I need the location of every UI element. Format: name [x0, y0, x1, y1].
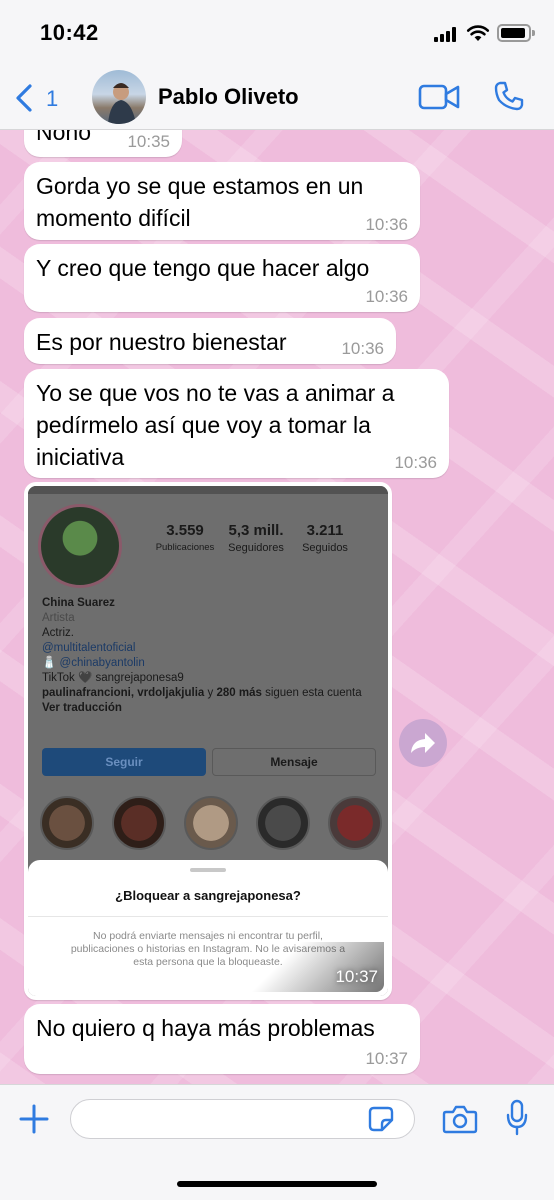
followed-by-more: 280 más [216, 687, 262, 699]
battery-icon [497, 24, 535, 42]
unread-count[interactable]: 1 [46, 86, 58, 112]
voice-call-icon[interactable] [493, 80, 525, 112]
chat-area[interactable]: Noño 10:35 Gorda yo se que estamos en un… [0, 130, 554, 1084]
plus-icon[interactable] [18, 1103, 50, 1135]
story-highlight [112, 796, 166, 850]
message-text: Yo se que vos no te vas a animar a pedír… [36, 380, 395, 470]
profile-category: Artista [42, 612, 75, 624]
profile-avatar [38, 504, 122, 588]
cellular-signal-icon [434, 26, 460, 42]
message-time: 10:37 [365, 1049, 408, 1068]
profile-name: China Suarez [42, 597, 115, 609]
profile-header-strip [28, 486, 388, 494]
stat-label: Seguidos [302, 542, 348, 554]
followed-by-names: paulinafrancioni, vrdoljakjulia [42, 687, 205, 699]
stat-value: 3.559 [166, 522, 204, 539]
message-text: No quiero q haya más problemas [36, 1015, 375, 1041]
message-time: 10:36 [394, 453, 437, 472]
followed-by-suffix: siguen esta cuenta [261, 687, 362, 699]
stat-followers: 5,3 mill. Seguidores [220, 522, 292, 554]
sticker-icon[interactable] [368, 1106, 394, 1132]
profile-bio-line: Actriz. [42, 627, 74, 639]
home-indicator [177, 1181, 377, 1187]
stat-label: Seguidores [228, 542, 284, 554]
profile-tiktok-line: TikTok 🖤 sangrejaponesa9 [42, 672, 184, 684]
message-bubble[interactable]: Y creo que tengo que hacer algo 10:36 [24, 244, 420, 312]
profile-bio: China Suarez Artista Actriz. @multitalen… [42, 596, 382, 716]
chat-header: 1 Pablo Oliveto [0, 64, 554, 130]
input-bar [0, 1084, 554, 1200]
message-time: 10:36 [341, 339, 384, 358]
translate-link: Ver traducción [42, 702, 122, 714]
video-call-icon[interactable] [418, 82, 460, 112]
profile-link: 🧂 @chinabyantolin [42, 657, 145, 669]
follow-button: Seguir [42, 748, 206, 776]
instagram-screenshot[interactable]: 3.559 Publicaciones 5,3 mill. Seguidores… [28, 486, 388, 996]
message-text: Gorda yo se que estamos en un momento di… [36, 173, 364, 231]
message-time: 10:36 [365, 215, 408, 234]
followed-by-connector: y [204, 687, 217, 699]
profile-link: @multitalentoficial [42, 642, 136, 654]
story-highlight [184, 796, 238, 850]
message-button: Mensaje [212, 748, 376, 776]
story-highlight [328, 796, 382, 850]
camera-icon[interactable] [442, 1103, 478, 1135]
stat-posts: 3.559 Publicaciones [150, 522, 220, 553]
message-time: 10:35 [127, 132, 170, 151]
message-text: Es por nuestro bienestar [36, 329, 287, 355]
message-bubble[interactable]: Noño 10:35 [24, 130, 182, 157]
message-bubble[interactable]: No quiero q haya más problemas 10:37 [24, 1004, 420, 1074]
forward-icon [411, 733, 435, 753]
message-input[interactable] [70, 1099, 415, 1139]
profile-followed-by: paulinafrancioni, vrdoljakjulia y 280 má… [42, 686, 382, 701]
story-highlight [40, 796, 94, 850]
forward-button[interactable] [399, 719, 447, 767]
status-time: 10:42 [40, 20, 99, 45]
contact-name[interactable]: Pablo Oliveto [158, 84, 299, 110]
sheet-handle [190, 868, 226, 872]
contact-avatar[interactable] [92, 70, 146, 124]
divider [28, 916, 388, 917]
image-message[interactable]: 3.559 Publicaciones 5,3 mill. Seguidores… [24, 482, 392, 1000]
message-bubble[interactable]: Yo se que vos no te vas a animar a pedír… [24, 369, 449, 478]
stat-following: 3.211 Seguidos [294, 522, 356, 554]
message-bubble[interactable]: Es por nuestro bienestar 10:36 [24, 318, 396, 364]
back-chevron-icon[interactable] [14, 84, 34, 112]
story-highlight [256, 796, 310, 850]
message-text: Y creo que tengo que hacer algo [36, 255, 370, 281]
message-bubble[interactable]: Gorda yo se que estamos en un momento di… [24, 162, 420, 240]
message-time: 10:36 [365, 287, 408, 306]
status-bar: 10:42 [0, 0, 554, 64]
message-time: 10:37 [335, 967, 378, 986]
stat-label: Publicaciones [155, 542, 215, 553]
wifi-icon [466, 25, 490, 41]
block-sheet-title: ¿Bloquear a sangrejaponesa? [115, 888, 301, 903]
microphone-icon[interactable] [505, 1099, 529, 1137]
stat-value: 5,3 mill. [228, 522, 284, 539]
stat-value: 3.211 [306, 522, 344, 539]
